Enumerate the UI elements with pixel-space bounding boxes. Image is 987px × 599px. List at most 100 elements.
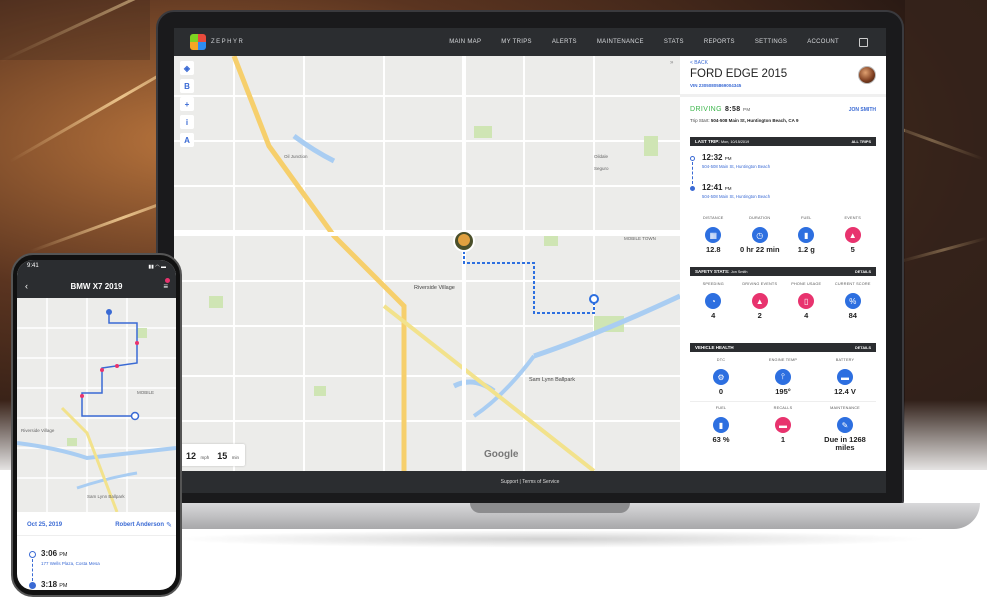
- phone-trip-start-dot: [29, 551, 36, 558]
- fuel-value: 1.2 g: [797, 245, 815, 254]
- thermometer-icon: ⫯: [775, 369, 791, 385]
- car-icon: ▬: [775, 417, 791, 433]
- safety-details-link[interactable]: DETAILS: [855, 270, 871, 274]
- map-label-oildale: Oildale: [594, 154, 609, 159]
- layers-icon[interactable]: ◈: [180, 61, 194, 75]
- main-map[interactable]: ◈ B + i A Oil Junction Oildale Seguro MO…: [174, 56, 680, 471]
- phone-trip-end-dot: [29, 582, 36, 589]
- safety-stats: SPEEDING ◔ 4 DRIVING EVENTS ▲ 2 PHONE USAGE ▯…: [702, 282, 871, 320]
- trip-start: Trip Start: 504-508 Main St, Huntington …: [690, 118, 799, 123]
- speedometer-icon: ◔: [705, 293, 722, 309]
- vehicle-health-row-2: FUEL ▮ 63 % RECALLS ▬ 1 MAINTENANCE ✎ Due in 1…: [690, 401, 876, 452]
- laptop-base: [120, 503, 980, 529]
- logo[interactable]: ZEPHYR: [190, 34, 244, 50]
- zephyr-logo-icon: [190, 34, 206, 50]
- warning-icon: ▲: [844, 227, 861, 243]
- last-trip-header: LAST TRIP: Mon, 10/15/2019 ALL TRIPS: [690, 137, 876, 146]
- battery-icon: ▬: [837, 369, 853, 385]
- phone-status-bar: 9:41 ▮▮ ◠ ▬: [17, 260, 176, 274]
- footer-links[interactable]: Support | Terms of Service: [501, 479, 560, 485]
- map-tool-b[interactable]: B: [180, 79, 194, 93]
- nav-alerts[interactable]: ALERTS: [552, 39, 577, 45]
- phone-vehicle-title: BMW X7 2019: [70, 281, 123, 291]
- back-link[interactable]: < BACK: [690, 60, 708, 66]
- events-value: 5: [850, 245, 855, 254]
- nav-main-map[interactable]: MAIN MAP: [449, 39, 481, 45]
- driver-avatar[interactable]: [858, 66, 876, 84]
- nav-reports[interactable]: REPORTS: [704, 39, 735, 45]
- driver-name-link[interactable]: JON SMITH: [849, 107, 876, 113]
- vehicle-health-header: VEHICLE HEALTH DETAILS: [690, 343, 876, 352]
- phone-stop-time-1: 3:06 PM: [41, 549, 68, 558]
- percent-icon: %: [844, 293, 861, 309]
- phone-stop-time-2: 3:18 PM: [41, 580, 68, 589]
- map-label-ballpark: Sam Lynn Ballpark: [529, 377, 575, 383]
- time-value: 15: [217, 451, 228, 461]
- trip-end-dot: [690, 186, 695, 191]
- fuel-icon: ▮: [798, 227, 815, 243]
- logo-text: ZEPHYR: [211, 39, 245, 45]
- back-icon[interactable]: ‹: [25, 281, 28, 291]
- vehicle-panel: < BACK FORD EDGE 2015 VIN 23050805869004…: [680, 56, 886, 471]
- trip-stats: DISTANCE ▦ 12.8 DURATION ◷ 0 hr 22 min FUEL ▮…: [702, 216, 861, 254]
- trip-end-time: 12:41 PM: [702, 183, 732, 192]
- map-label-junction: Oil Junction: [284, 154, 308, 159]
- phone-map-label-village: Riverside Village: [21, 428, 55, 433]
- safety-stats-header: SAFETY STATS: Jon Smith DETAILS: [690, 267, 876, 276]
- vehicle-health-row-1: DTC ⚙ 0 ENGINE TEMP ⫯ 195° BATTERY ▬ 12.4 V: [690, 358, 876, 396]
- all-trips-link[interactable]: ALL TRIPS: [851, 140, 871, 144]
- map-tools: ◈ B + i A: [180, 61, 194, 147]
- phone-map-canvas: [17, 298, 176, 512]
- map-trip-stats: 12 mph 15 min: [180, 444, 245, 466]
- nav-settings[interactable]: SETTINGS: [755, 39, 787, 45]
- vehicle-vin: VIN 23050805869004345: [690, 83, 742, 88]
- phone-header: ‹ BMW X7 2019 ≡: [17, 274, 176, 298]
- map-tool-info[interactable]: i: [180, 115, 194, 129]
- phone-screen: 9:41 ▮▮ ◠ ▬ ‹ BMW X7 2019 ≡ Riverside Vi…: [17, 260, 176, 590]
- trip-start-time: 12:32 PM: [702, 153, 732, 162]
- edit-icon[interactable]: ✎: [166, 521, 172, 529]
- nav-account[interactable]: ACCOUNT: [807, 39, 839, 45]
- warning-icon: ▲: [751, 293, 768, 309]
- phone-map-label-mobile: MOBILE: [137, 390, 155, 395]
- health-details-link[interactable]: DETAILS: [855, 346, 871, 350]
- map-label-mobile-town: MOBILE TOWN: [624, 236, 656, 241]
- collapse-panel-icon[interactable]: »: [670, 60, 673, 66]
- top-nav: ZEPHYR MAIN MAP MY TRIPS ALERTS MAINTENA…: [174, 28, 886, 56]
- nav-stats[interactable]: STATS: [664, 39, 684, 45]
- map-label-riverside: Riverside Village: [414, 285, 455, 291]
- map-label-seguro: Seguro: [594, 166, 609, 171]
- map-tool-a[interactable]: A: [180, 133, 194, 147]
- laptop-screen: ZEPHYR MAIN MAP MY TRIPS ALERTS MAINTENA…: [174, 28, 886, 493]
- google-logo: Google: [484, 449, 519, 460]
- engine-icon: ⚙: [713, 369, 729, 385]
- notification-badge: [165, 278, 170, 283]
- trip-start-dot: [690, 156, 695, 161]
- logout-icon[interactable]: [859, 37, 868, 47]
- distance-value: 12.8: [705, 245, 721, 254]
- nav-maintenance[interactable]: MAINTENANCE: [597, 39, 644, 45]
- zoom-in-button[interactable]: +: [180, 97, 194, 111]
- odometer-icon: ▦: [705, 227, 722, 243]
- fuel-icon: ▮: [713, 417, 729, 433]
- speed-value: 12: [186, 451, 197, 461]
- driving-status: DRIVING 8:58 PM: [690, 106, 751, 113]
- nav-my-trips[interactable]: MY TRIPS: [501, 39, 532, 45]
- trip-start-address[interactable]: 504-508 Main St, Huntington Beach: [702, 164, 770, 169]
- vehicle-title: FORD EDGE 2015: [690, 68, 788, 80]
- duration-value: 0 hr 22 min: [739, 245, 780, 254]
- signal-icon: ▮▮ ◠ ▬: [148, 264, 166, 270]
- map-canvas: [174, 56, 680, 471]
- phone-trip-date: Oct 25, 2019: [27, 522, 63, 528]
- phone-clock: 9:41: [27, 263, 39, 269]
- trip-end-address[interactable]: 504-508 Main St, Huntington Beach: [702, 194, 770, 199]
- phone-stop-address-1[interactable]: 177 Wells Plaza, Costa Mesa: [41, 561, 100, 566]
- wrench-icon: ✎: [837, 417, 853, 433]
- phone-map-label-ballpark: Sam Lynn Ballpark: [87, 494, 125, 499]
- phone-icon: ▯: [798, 293, 815, 309]
- phone-map[interactable]: Riverside Village MOBILE Sam Lynn Ballpa…: [17, 298, 176, 512]
- speed-unit: mph: [200, 455, 210, 460]
- clock-icon: ◷: [751, 227, 768, 243]
- time-unit: min: [231, 455, 239, 460]
- phone-driver-name[interactable]: Robert Anderson: [115, 522, 164, 528]
